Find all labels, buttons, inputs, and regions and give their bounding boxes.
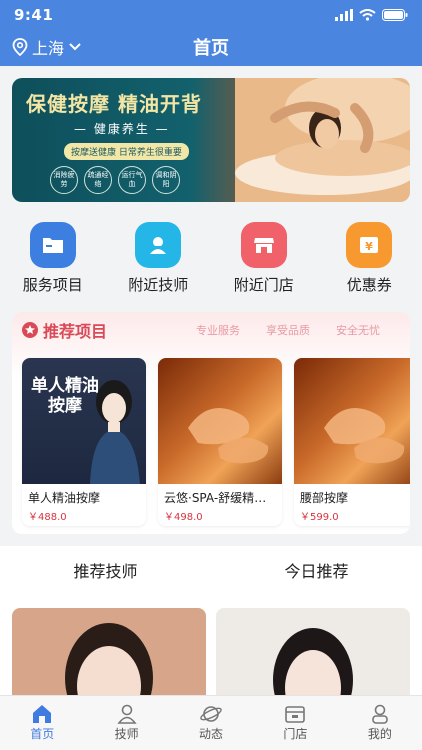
quick-item-label: 附近门店	[233, 276, 294, 294]
tag: 享受品质	[266, 324, 310, 337]
tabbar-label: 门店	[283, 727, 308, 741]
banner-slogan: 按摩送健康 日常养生很重要	[64, 143, 189, 160]
recommend-cards: 单人精油按摩 单人精油按摩 ￥488.0 云悠·SPA-舒缓精油开背 ￥498.…	[22, 358, 410, 526]
service-name: 单人精油按摩	[28, 491, 101, 505]
folder-icon	[29, 222, 76, 268]
technician-list	[0, 598, 422, 708]
massage-hands-photo	[324, 408, 405, 464]
promo-banner[interactable]: 保健按摩 精油开背 — 健康养生 — 按摩送健康 日常养生很重要 消除疲劳 疏通…	[12, 78, 410, 202]
banner-headline: 保健按摩 精油开背	[26, 92, 202, 116]
benefit-chip: 消除疲劳	[50, 166, 78, 194]
recommend-header: 推荐项目	[22, 318, 107, 342]
service-price: ￥498.0	[164, 512, 203, 523]
banner-subtitle: — 健康养生 —	[74, 122, 170, 136]
recommend-tags: 专业服务 享受品质 安全无忧	[196, 322, 380, 338]
recommend-section: 推荐项目 专业服务 享受品质 安全无忧 单人精油按摩 单人精油按摩 ￥488.0	[12, 312, 410, 534]
wifi-icon	[359, 9, 376, 21]
banner-text-area: 保健按摩 精油开背 — 健康养生 — 按摩送健康 日常养生很重要 消除疲劳 疏通…	[12, 78, 242, 202]
tabbar-moments[interactable]: 动态	[169, 696, 253, 750]
quick-item-label: 优惠券	[346, 276, 392, 294]
tag: 专业服务	[196, 324, 240, 337]
home-icon	[33, 705, 52, 723]
tabbar-home[interactable]: 首页	[0, 696, 84, 750]
service-card[interactable]: 云悠·SPA-舒缓精油开背 ￥498.0	[158, 358, 282, 526]
recommend-title: 推荐项目	[43, 322, 108, 341]
benefit-chip: 疏通经络	[84, 166, 112, 194]
status-icons	[335, 9, 408, 21]
status-bar: 9:41	[0, 0, 422, 30]
tabbar-label: 技师	[114, 727, 139, 741]
technician-card[interactable]	[12, 608, 206, 708]
service-name: 腰部按摩	[300, 491, 349, 505]
service-price: ￥488.0	[28, 512, 67, 523]
status-time: 9:41	[14, 6, 54, 24]
quick-item-services[interactable]: 服务项目	[0, 214, 106, 304]
technician-icon	[117, 704, 137, 724]
tag: 安全无忧	[336, 324, 380, 337]
technician-card[interactable]	[216, 608, 410, 708]
quick-item-label: 服务项目	[22, 276, 83, 294]
page-title: 首页	[193, 38, 229, 59]
service-image	[294, 358, 410, 484]
tab-recommended-technicians[interactable]: 推荐技师	[0, 546, 211, 598]
service-price: ￥599.0	[300, 512, 339, 523]
quick-item-nearby-stores[interactable]: 附近门店	[211, 214, 317, 304]
banner-benefits: 消除疲劳 疏通经络 运行气血 调和阴阳	[50, 166, 180, 194]
quick-actions: 服务项目 附近技师 附近门店 ¥ 优惠券	[0, 214, 422, 304]
massage-photo	[235, 78, 410, 202]
signal-icon	[335, 9, 353, 21]
quick-item-label: 附近技师	[128, 276, 189, 294]
quick-item-nearby-technicians[interactable]: 附近技师	[106, 214, 212, 304]
service-card[interactable]: 腰部按摩 ￥599.0	[294, 358, 410, 526]
technician-photo	[65, 623, 153, 708]
planet-icon	[200, 706, 222, 722]
tabbar-label: 首页	[30, 727, 55, 741]
tabbar-stores[interactable]: 门店	[253, 696, 337, 750]
bottom-tab-bar: 首页 技师 动态 门店 我的	[0, 695, 422, 750]
shop-icon	[285, 706, 306, 723]
person-icon	[135, 222, 182, 268]
service-image	[158, 358, 282, 484]
quick-item-coupons[interactable]: ¥ 优惠券	[317, 214, 422, 304]
massage-hands-photo	[188, 408, 269, 464]
top-header: 9:41 上海 首页	[0, 0, 422, 66]
benefit-chip: 调和阴阳	[152, 166, 180, 194]
tab-today-recommended[interactable]: 今日推荐	[211, 546, 422, 598]
svg-text:¥: ¥	[365, 240, 373, 253]
battery-icon	[382, 9, 408, 21]
tabbar-label: 动态	[199, 727, 224, 741]
tabbar-profile[interactable]: 我的	[338, 696, 422, 750]
store-icon	[240, 222, 287, 268]
technician-photo	[273, 628, 353, 708]
star-badge-icon	[22, 322, 38, 338]
benefit-chip: 运行气血	[118, 166, 146, 194]
service-name: 云悠·SPA-舒缓精油开背	[164, 491, 276, 505]
tabbar-label: 我的	[367, 727, 392, 741]
service-image: 单人精油按摩	[22, 358, 146, 484]
coupon-icon: ¥	[346, 222, 393, 268]
content-tabs: 推荐技师 今日推荐	[0, 546, 422, 598]
service-card[interactable]: 单人精油按摩 单人精油按摩 ￥488.0	[22, 358, 146, 526]
woman-illustration	[90, 380, 140, 484]
tabbar-technicians[interactable]: 技师	[84, 696, 168, 750]
user-icon	[372, 704, 388, 724]
